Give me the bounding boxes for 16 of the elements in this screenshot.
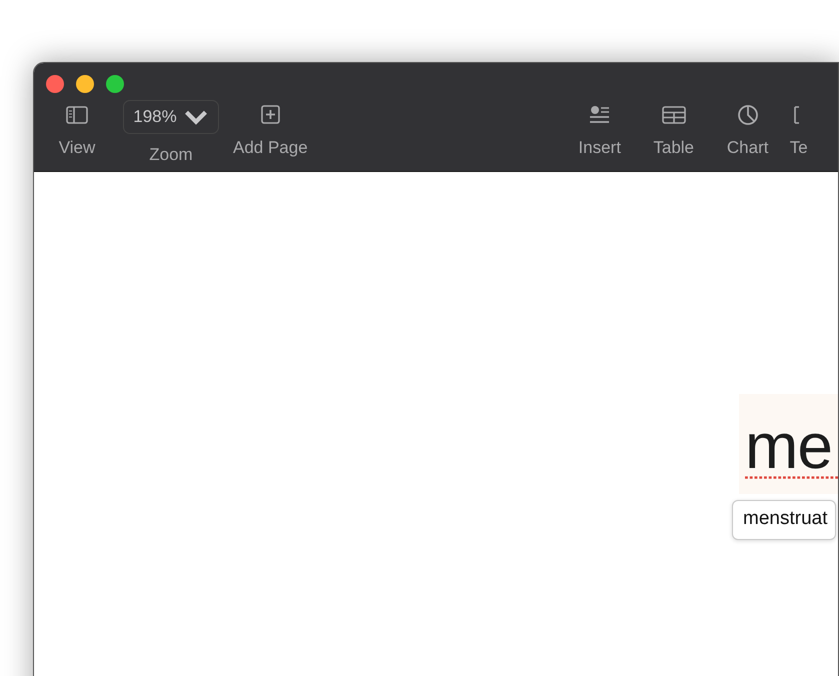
addpage-button[interactable]: Add Page: [233, 103, 308, 168]
toolbar-button[interactable]: Te: [790, 103, 838, 168]
zoom-label: Zoom: [149, 144, 193, 166]
sidebar-button[interactable]: View: [45, 103, 109, 168]
minimize-button[interactable]: [76, 75, 94, 93]
table-button[interactable]: Table: [642, 103, 706, 168]
zoom-value: 198%: [133, 106, 177, 128]
insert-button[interactable]: Insert: [568, 103, 632, 168]
zoom-dropdown[interactable]: 198%: [123, 100, 219, 134]
chart-button[interactable]: Chart: [716, 103, 780, 168]
sidebar-icon: [64, 103, 90, 127]
document-text: me: [745, 414, 832, 478]
zoom-button[interactable]: [106, 75, 124, 93]
table-icon: [660, 103, 687, 127]
spelling-suggestion[interactable]: menstruat: [732, 500, 836, 540]
close-button[interactable]: [46, 75, 64, 93]
